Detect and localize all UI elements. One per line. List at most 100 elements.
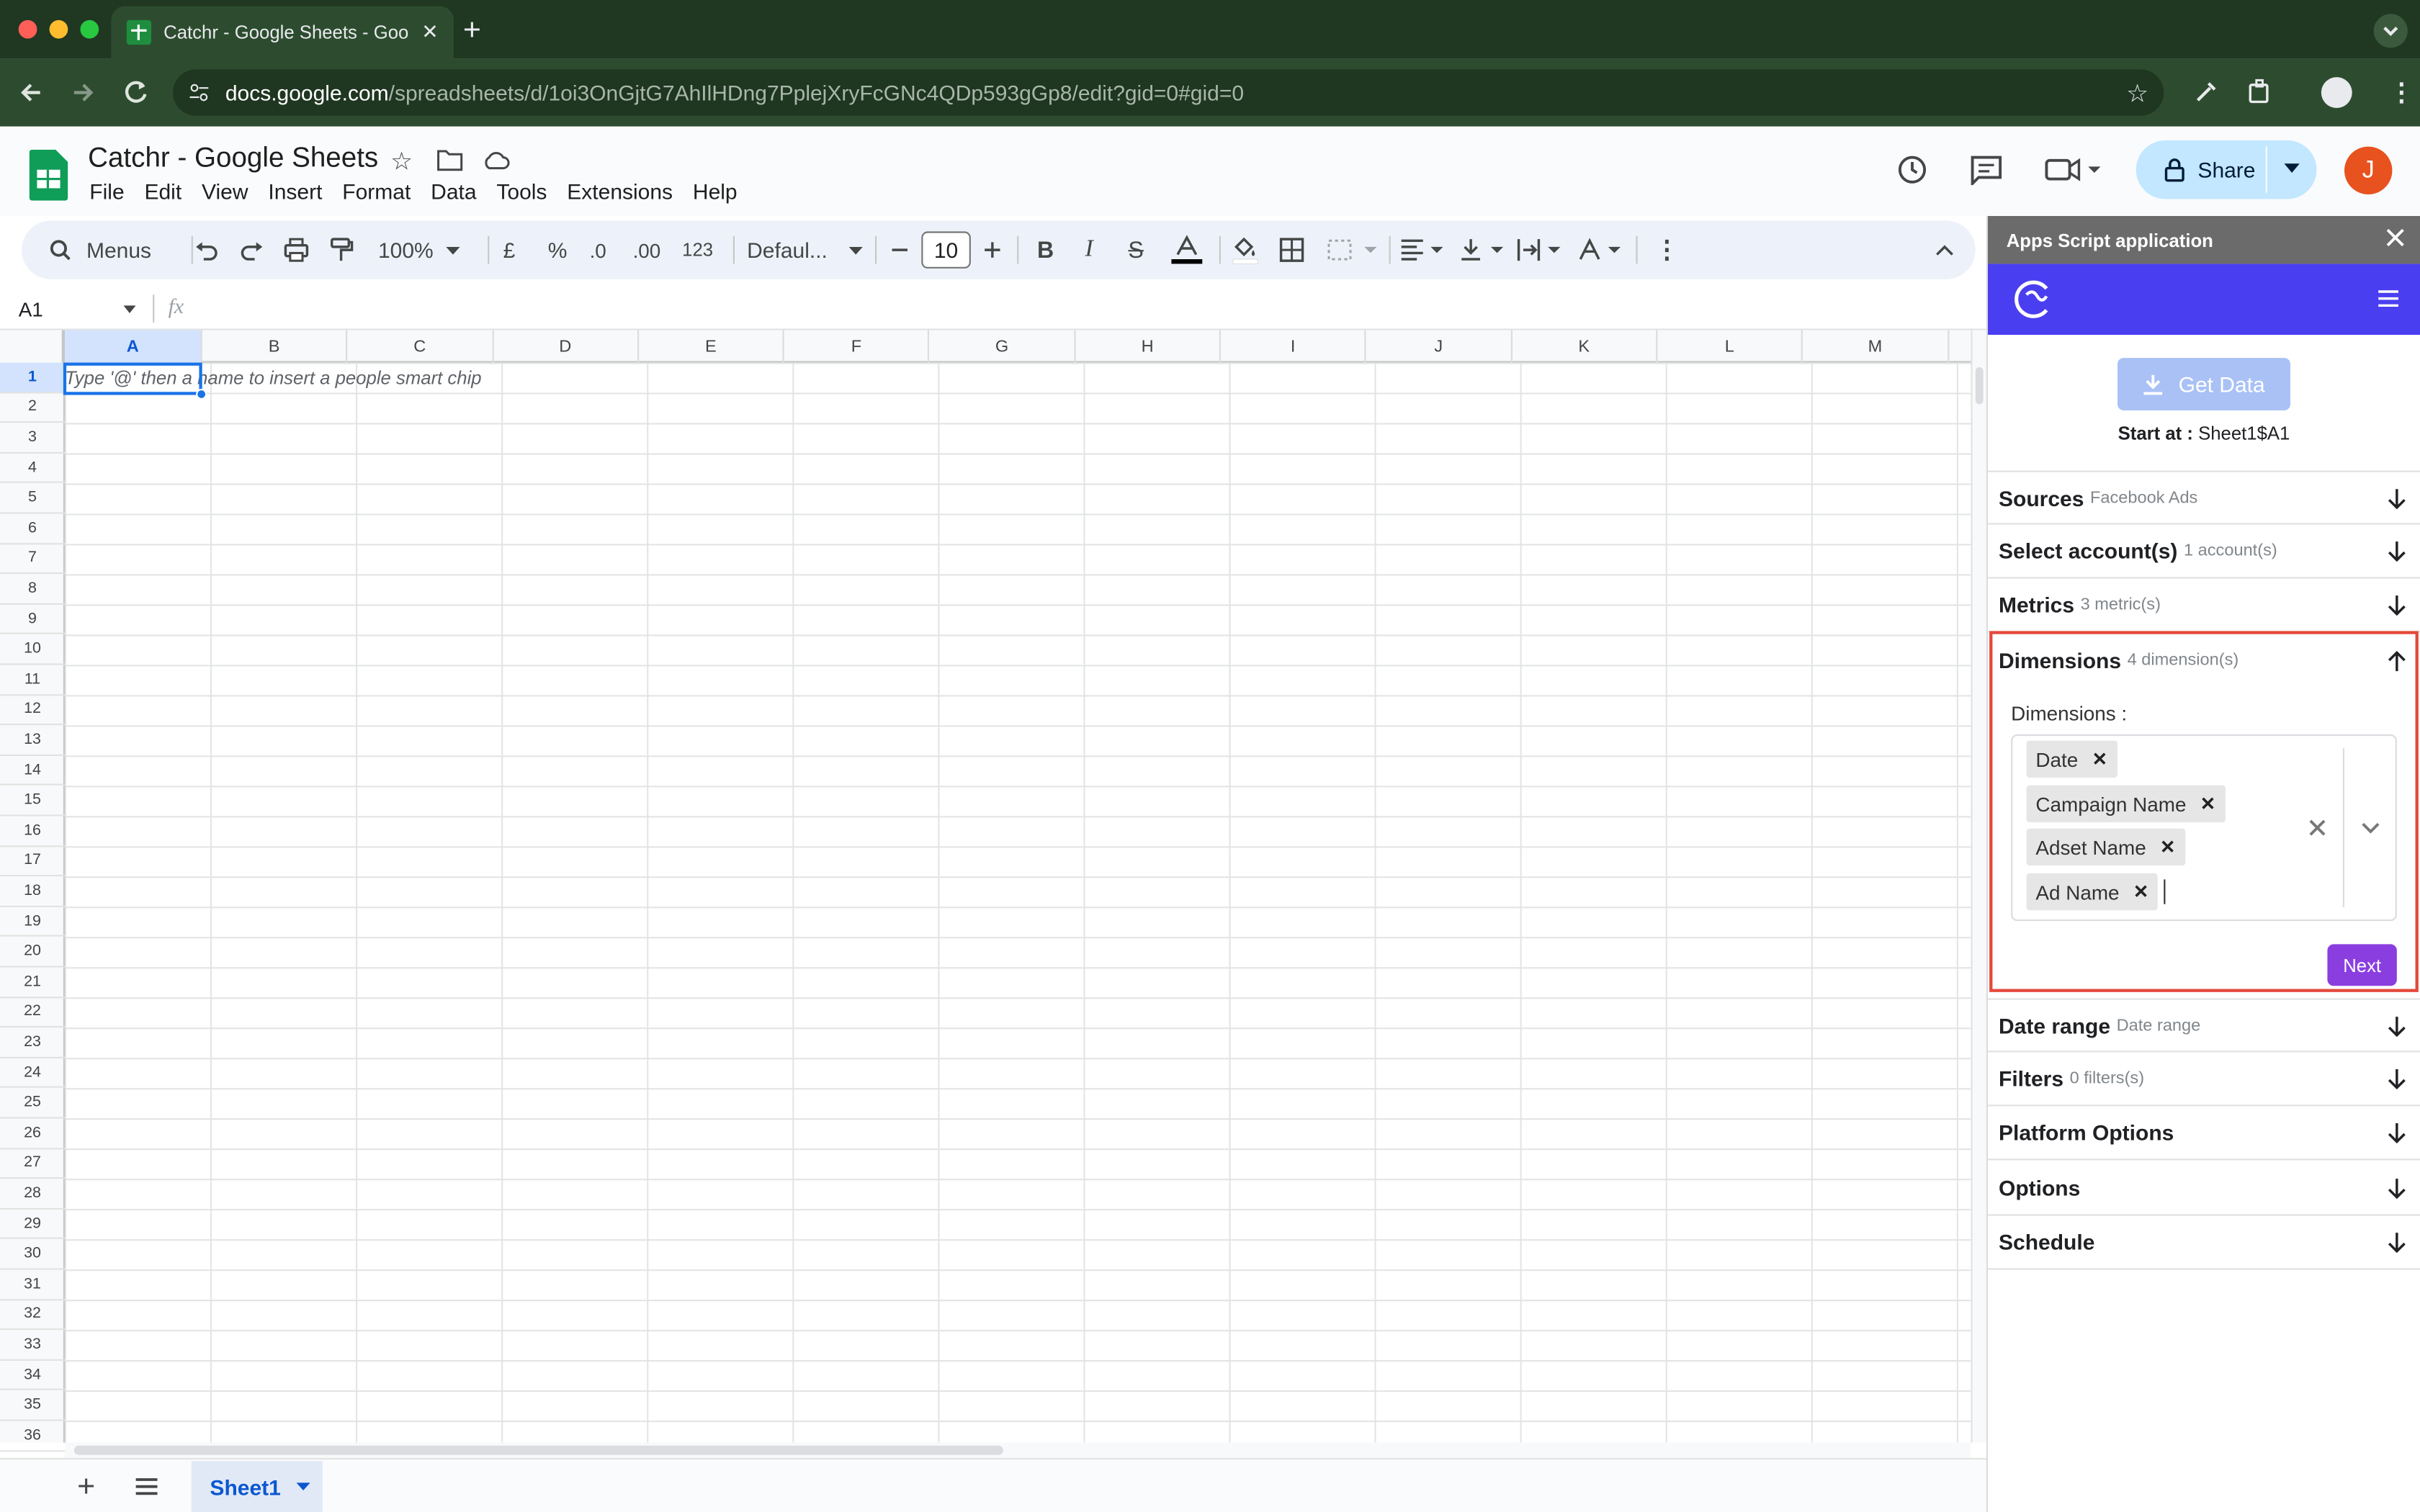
row-header[interactable]: 1 (0, 362, 65, 393)
maximize-window-icon[interactable] (80, 19, 99, 39)
comments-icon[interactable] (1969, 154, 2003, 186)
row-header[interactable]: 35 (0, 1391, 65, 1421)
forward-icon[interactable] (68, 77, 99, 108)
percent-format[interactable]: % (548, 220, 568, 279)
row-header[interactable]: 21 (0, 968, 65, 998)
redo-icon[interactable] (239, 220, 264, 279)
column-header-k[interactable]: K (1512, 330, 1658, 363)
profile-icon[interactable] (2321, 77, 2352, 108)
section-options[interactable]: Options (1988, 1162, 2420, 1216)
row-header[interactable]: 5 (0, 484, 65, 514)
menu-format[interactable]: Format (342, 179, 411, 204)
column-header-l[interactable]: L (1657, 330, 1803, 363)
browser-menu-icon[interactable]: ⋮ (2389, 77, 2414, 108)
column-header-h[interactable]: H (1075, 330, 1222, 363)
vertical-scrollbar[interactable] (1971, 330, 1986, 1443)
formula-input[interactable] (201, 287, 1976, 330)
column-header-i[interactable]: I (1221, 330, 1367, 363)
row-header[interactable]: 16 (0, 816, 65, 847)
column-header-d[interactable]: D (493, 330, 639, 363)
row-header[interactable]: 20 (0, 937, 65, 968)
row-header[interactable]: 29 (0, 1210, 65, 1240)
row-header[interactable]: 18 (0, 877, 65, 907)
reload-icon[interactable] (120, 77, 151, 108)
italic-icon[interactable]: I (1085, 220, 1093, 279)
decrease-font-size-icon[interactable] (890, 220, 909, 279)
menu-view[interactable]: View (202, 179, 248, 204)
add-sheet-icon[interactable]: + (77, 1470, 95, 1506)
row-header[interactable]: 10 (0, 635, 65, 665)
remove-chip-icon[interactable]: ✕ (2200, 793, 2216, 814)
column-header-c[interactable]: C (348, 330, 493, 363)
row-header[interactable]: 26 (0, 1119, 65, 1149)
remove-chip-icon[interactable]: ✕ (2092, 748, 2108, 770)
column-header-b[interactable]: B (202, 330, 348, 363)
get-data-button[interactable]: Get Data (2118, 358, 2290, 410)
horizontal-scroll-thumb[interactable] (73, 1445, 1003, 1455)
increase-decimal[interactable]: .00 (633, 220, 661, 279)
share-dropdown-icon[interactable] (2284, 163, 2300, 173)
sheet-tab-menu-icon[interactable] (296, 1482, 310, 1490)
section-platform-options[interactable]: Platform Options (1988, 1106, 2420, 1161)
section-metrics[interactable]: Metrics 3 metric(s) (1988, 579, 2420, 633)
row-header[interactable]: 31 (0, 1270, 65, 1300)
text-wrapping-icon[interactable] (1517, 220, 1563, 279)
currency-format[interactable]: £ (503, 220, 516, 279)
extensions-icon[interactable] (2246, 77, 2274, 105)
row-header[interactable]: 4 (0, 454, 65, 484)
browser-tab[interactable]: Catchr - Google Sheets - Goo ✕ (111, 6, 454, 59)
section-dimensions[interactable]: Dimensions 4 dimension(s) (1988, 634, 2420, 687)
row-header[interactable]: 11 (0, 665, 65, 696)
close-window-icon[interactable] (18, 19, 37, 39)
close-sidebar-icon[interactable] (2386, 228, 2405, 247)
row-header[interactable]: 22 (0, 998, 65, 1028)
vertical-align-icon[interactable] (1460, 220, 1506, 279)
version-history-icon[interactable] (1895, 153, 1929, 186)
row-header[interactable]: 32 (0, 1300, 65, 1331)
eyedropper-icon[interactable] (2193, 77, 2221, 105)
row-header[interactable]: 3 (0, 423, 65, 454)
row-header[interactable]: 30 (0, 1240, 65, 1270)
row-header[interactable]: 23 (0, 1028, 65, 1058)
font-size-input[interactable]: 10 (921, 231, 971, 269)
vertical-scroll-thumb[interactable] (1975, 366, 1984, 405)
section-sources[interactable]: Sources Facebook Ads (1988, 470, 2420, 525)
cell-grid[interactable] (65, 362, 1971, 1443)
new-tab-icon[interactable]: + (463, 14, 481, 49)
zoom-select[interactable]: 100% (378, 220, 460, 279)
row-header[interactable]: 17 (0, 847, 65, 877)
row-header[interactable]: 28 (0, 1179, 65, 1210)
more-formats[interactable]: 123 (682, 220, 713, 279)
decrease-decimal[interactable]: .0 (590, 220, 606, 279)
column-header-m[interactable]: M (1803, 330, 1949, 363)
column-header-f[interactable]: F (784, 330, 931, 363)
more-options-icon[interactable]: ⋮ (1654, 220, 1679, 279)
collapse-toolbar-icon[interactable] (1935, 220, 1954, 279)
address-bar[interactable]: docs.google.com/spreadsheets/d/1oi3OnGjt… (173, 69, 2164, 116)
row-header[interactable]: 15 (0, 786, 65, 816)
tab-search-icon[interactable] (2373, 14, 2408, 48)
row-header[interactable]: 36 (0, 1421, 65, 1452)
row-header[interactable]: 24 (0, 1058, 65, 1089)
clear-all-icon[interactable] (2309, 819, 2326, 837)
row-header[interactable]: 9 (0, 605, 65, 635)
section-schedule[interactable]: Schedule (1988, 1216, 2420, 1270)
text-rotation-icon[interactable] (1577, 220, 1623, 279)
fill-handle[interactable] (196, 389, 207, 400)
text-color-icon[interactable] (1170, 220, 1204, 279)
paint-format-icon[interactable] (328, 220, 354, 279)
row-header[interactable]: 19 (0, 907, 65, 937)
section-filters[interactable]: Filters 0 filters(s) (1988, 1052, 2420, 1107)
column-header-j[interactable]: J (1366, 330, 1512, 363)
undo-icon[interactable] (194, 220, 219, 279)
strikethrough-icon[interactable]: S (1128, 220, 1143, 279)
account-avatar[interactable]: J (2344, 146, 2393, 194)
star-icon[interactable]: ☆ (390, 147, 413, 178)
sheets-logo-icon[interactable] (29, 149, 68, 201)
row-header[interactable]: 2 (0, 393, 65, 423)
horizontal-scrollbar[interactable] (65, 1442, 1971, 1458)
site-info-icon[interactable] (187, 80, 211, 104)
all-sheets-icon[interactable] (135, 1478, 158, 1495)
hamburger-menu-icon[interactable] (2378, 290, 2398, 307)
section-accounts[interactable]: Select account(s) 1 account(s) (1988, 525, 2420, 579)
